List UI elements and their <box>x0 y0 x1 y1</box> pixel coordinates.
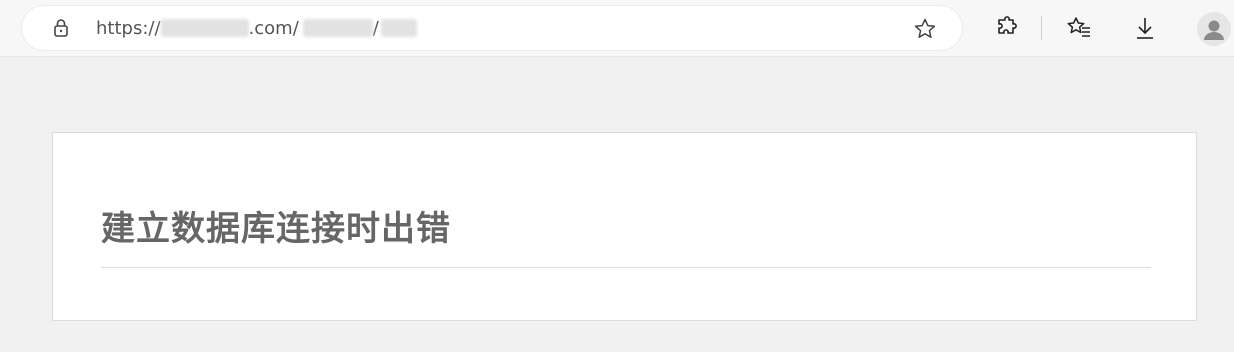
download-icon[interactable] <box>1131 14 1159 42</box>
lock-icon[interactable] <box>50 17 72 39</box>
avatar[interactable] <box>1197 12 1231 46</box>
puzzle-icon[interactable] <box>992 14 1020 42</box>
redacted-path <box>380 19 417 37</box>
redacted-path <box>302 19 373 37</box>
redacted-domain <box>160 19 249 37</box>
url-text[interactable]: https:// .com/ / <box>96 18 417 40</box>
url-domain-suffix: .com/ <box>248 18 299 39</box>
favorites-icon[interactable] <box>1065 14 1093 42</box>
toolbar-divider <box>1041 16 1042 40</box>
address-bar[interactable]: https:// .com/ / <box>22 6 962 50</box>
title-divider <box>101 267 1151 268</box>
error-title: 建立数据库连接时出错 <box>101 209 451 249</box>
star-icon[interactable] <box>912 16 938 42</box>
error-card: 建立数据库连接时出错 <box>52 132 1197 321</box>
url-separator: / <box>372 18 379 39</box>
url-prefix: https:// <box>96 18 161 39</box>
browser-toolbar: https:// .com/ / <box>0 0 1234 57</box>
